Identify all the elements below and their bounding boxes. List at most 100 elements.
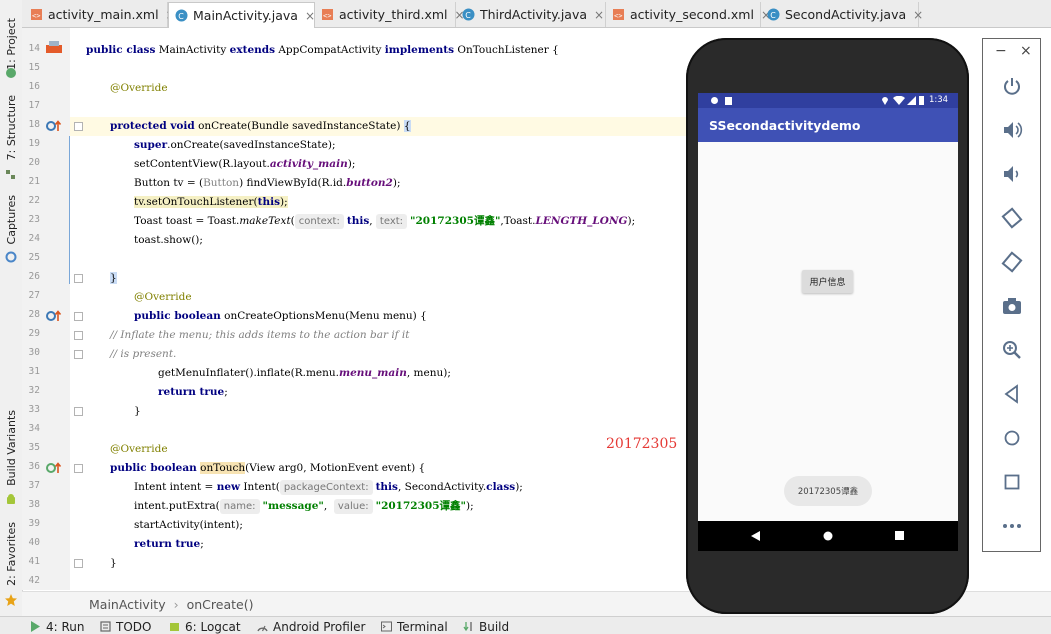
tab-activity-second-xml[interactable]: <> activity_second.xml × [606,2,771,27]
wifi-icon [893,96,905,105]
nav-home-icon[interactable] [823,531,833,541]
nav-overview-icon[interactable] [895,531,904,540]
home-icon[interactable] [1001,427,1023,449]
line-number: 33 [28,404,40,415]
overview-icon[interactable] [1001,471,1023,493]
tool-build[interactable]: Build [463,619,509,634]
fold-marker[interactable] [74,331,83,340]
fold-marker[interactable] [74,312,83,321]
tab-label: activity_third.xml [339,7,448,22]
tool-build-variants-label: Build Variants [4,410,18,486]
app-bar: SSecondactivitydemo [698,108,958,142]
tool-build-variants[interactable]: Build Variants [0,410,22,486]
override-method-icon[interactable] [46,120,62,132]
svg-text:C: C [178,12,184,21]
fold-marker[interactable] [74,274,83,283]
more-icon[interactable] [1001,515,1023,537]
scope-indicator [69,136,70,284]
volume-up-icon[interactable] [1001,119,1023,141]
code-line-20: setContentView(R.layout.activity_main); [134,158,356,170]
code-line-21: Button tv = (Button) findViewById(R.id.b… [134,177,401,189]
structure-icon [5,166,17,179]
todo-icon [100,621,111,632]
svg-text:<>: <> [32,12,40,20]
line-number: 34 [28,423,40,434]
xml-file-icon: <> [613,9,624,20]
power-icon[interactable] [1001,75,1023,97]
line-number: 21 [28,176,40,187]
code-line-23: Toast toast = Toast.makeText(context: thi… [134,214,636,229]
code-line-32: return true; [158,386,228,398]
line-number: 14 [28,43,40,54]
close-icon[interactable]: × [594,8,604,22]
breadcrumb-method[interactable]: onCreate() [187,597,254,612]
close-icon[interactable]: × [913,8,923,22]
fold-marker[interactable] [74,559,83,568]
fold-marker[interactable] [74,122,83,131]
nav-back-icon[interactable] [751,531,760,541]
tool-run[interactable]: 4: Run [30,619,85,634]
code-line-28: public boolean onCreateOptionsMenu(Menu … [134,310,427,322]
fold-marker[interactable] [74,350,83,359]
tool-project-label: 1: Project [4,18,18,70]
line-number: 20 [28,157,40,168]
code-line-27: @Override [134,291,192,303]
terminal-icon [381,621,392,632]
tool-terminal[interactable]: Terminal [381,619,448,634]
volume-down-icon[interactable] [1001,163,1023,185]
code-line-30: // is present. [110,348,177,360]
override-method-icon[interactable] [46,310,62,322]
breadcrumb-class[interactable]: MainActivity [89,597,166,612]
tab-label: activity_main.xml [48,7,159,22]
code-line-18: protected void onCreate(Bundle savedInst… [110,120,411,132]
app-title: SSecondactivitydemo [709,117,861,133]
line-number: 31 [28,366,40,377]
line-number: 42 [28,575,40,586]
tool-structure[interactable]: 7: Structure [0,92,22,164]
camera-icon[interactable] [1001,295,1023,317]
tool-favorites[interactable]: 2: Favorites [0,522,22,586]
tool-captures[interactable]: Captures [0,194,22,246]
emulator-screen[interactable]: 1:34 SSecondactivitydemo 用户信息 20172305谭鑫 [698,93,958,551]
tab-mainactivity-java[interactable]: C MainActivity.java × [168,2,315,28]
tool-todo[interactable]: TODO [100,619,151,634]
line-number: 38 [28,499,40,510]
line-number: 30 [28,347,40,358]
tab-thirdactivity-java[interactable]: C ThirdActivity.java × [456,2,606,27]
zoom-icon[interactable] [1001,339,1023,361]
tab-activity-third-xml[interactable]: <> activity_third.xml × [315,2,465,27]
bottom-tool-bar: 4: Run TODO 6: Logcat Android Profiler T… [0,616,1051,634]
rotate-right-icon[interactable] [1001,251,1023,273]
android-icon [5,490,17,504]
xml-file-icon: <> [31,9,42,20]
close-button[interactable]: × [1020,43,1032,59]
back-icon[interactable] [1001,383,1023,405]
close-icon[interactable]: × [305,9,315,23]
rotate-left-icon[interactable] [1001,207,1023,229]
code-line-39: startActivity(intent); [134,519,243,531]
line-number: 18 [28,119,40,130]
tool-structure-label: 7: Structure [4,95,18,161]
battery-icon [919,96,924,105]
logcat-icon [170,623,179,631]
svg-text:<>: <> [614,12,622,20]
xml-file-icon: <> [322,9,333,20]
line-number: 37 [28,480,40,491]
tab-activity-main-xml[interactable]: <> activity_main.xml × [24,2,176,27]
tool-android-profiler[interactable]: Android Profiler [257,619,365,634]
tab-label: MainActivity.java [193,8,298,23]
layout-file-icon[interactable] [46,41,62,53]
fold-marker[interactable] [74,407,83,416]
tab-secondactivity-java[interactable]: C SecondActivity.java × [761,2,923,27]
tab-label: activity_second.xml [630,7,754,22]
fold-marker[interactable] [74,464,83,473]
user-info-button[interactable]: 用户信息 [802,270,853,293]
toast-message: 20172305谭鑫 [784,476,872,506]
tool-logcat[interactable]: 6: Logcat [169,619,241,634]
implement-method-icon[interactable] [46,462,62,474]
java-class-icon: C [462,8,475,21]
project-icon [5,64,17,78]
minimize-button[interactable]: − [995,43,1007,59]
param-hint: name: [219,499,260,514]
left-tool-strip: 1: Project 7: Structure Captures Build V… [0,0,23,617]
